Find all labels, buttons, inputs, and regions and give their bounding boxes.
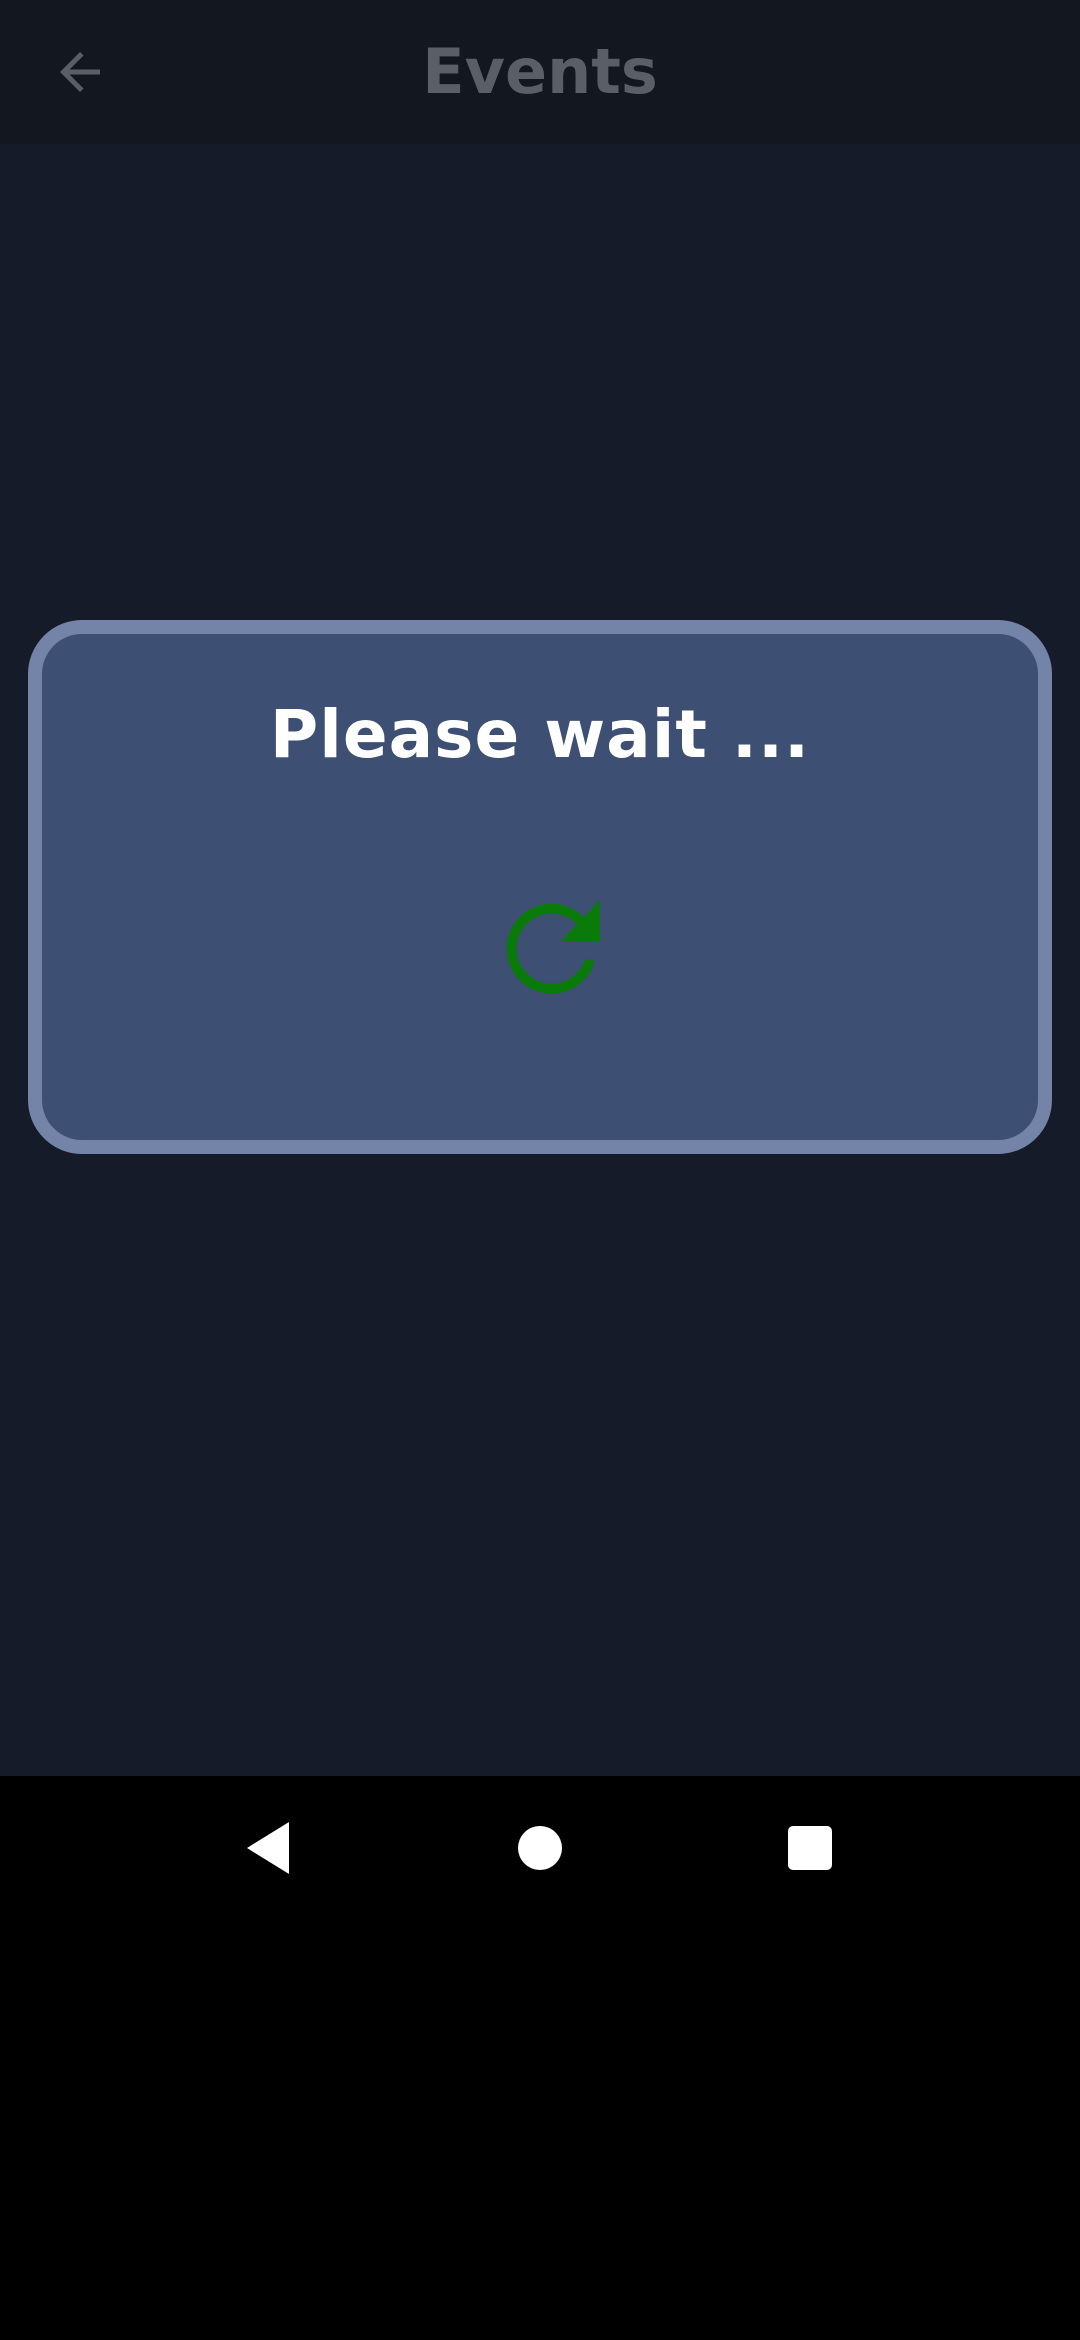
back-button[interactable] <box>36 28 124 116</box>
square-recents-icon <box>788 1826 832 1870</box>
page-title: Events <box>422 35 658 108</box>
dialog-title: Please wait ... <box>269 696 811 773</box>
system-nav-bar <box>0 1776 1080 1920</box>
arrow-left-icon <box>60 52 100 92</box>
triangle-back-icon <box>247 1822 289 1874</box>
refresh-icon <box>506 900 600 994</box>
circle-home-icon <box>518 1826 562 1870</box>
loading-dialog: Please wait ... <box>28 620 1052 1154</box>
nav-back-button[interactable] <box>208 1788 328 1908</box>
app-bar: Events <box>0 0 1080 144</box>
app-screen: Events Please wait ... <box>0 0 1080 1776</box>
nav-home-button[interactable] <box>480 1788 600 1908</box>
nav-recents-button[interactable] <box>750 1788 870 1908</box>
